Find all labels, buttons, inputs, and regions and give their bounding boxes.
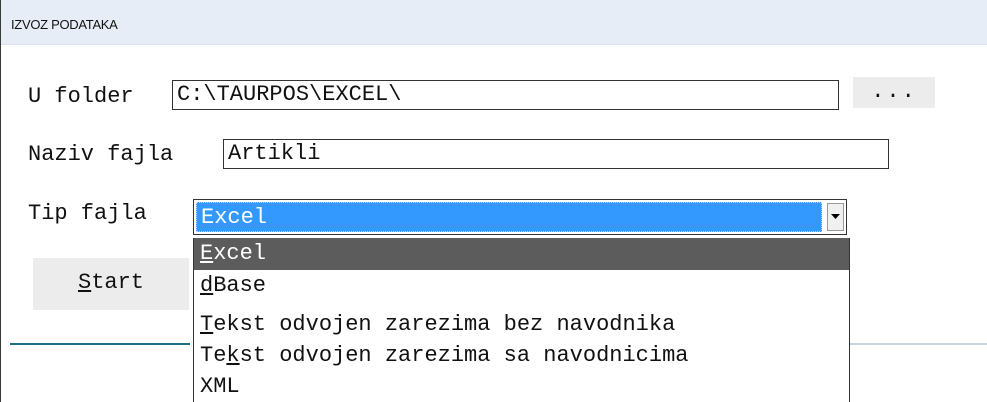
browse-folder-button[interactable]: ...: [853, 77, 935, 108]
folder-path-input[interactable]: C:\TAURPOS\EXCEL\: [172, 80, 839, 110]
folder-label: U folder: [28, 84, 134, 109]
title-bar: IZVOZ PODATAKA: [1, 0, 987, 45]
start-button-label: tart: [91, 270, 144, 295]
filetype-label: Tip fajla: [28, 201, 147, 226]
window-title: IZVOZ PODATAKA: [11, 17, 118, 32]
start-button-accelerator: S: [77, 270, 92, 295]
dropdown-arrow-button[interactable]: [827, 203, 844, 231]
dropdown-option-dbase[interactable]: dBase: [194, 270, 849, 302]
filename-label: Naziv fajla: [28, 142, 174, 167]
start-button[interactable]: Start: [33, 258, 189, 310]
chevron-down-icon: [831, 214, 840, 219]
separator-line: [10, 343, 190, 345]
separator-line-right: [849, 343, 987, 345]
filetype-dropdown-list: Excel dBase Tekst odvojen zarezima bez n…: [193, 238, 850, 402]
dropdown-option-text-no-quotes[interactable]: Tekst odvojen zarezima bez navodnika: [194, 310, 849, 340]
export-dialog: IZVOZ PODATAKA U folder C:\TAURPOS\EXCEL…: [0, 0, 987, 402]
filename-input[interactable]: Artikli: [223, 139, 889, 169]
filetype-select[interactable]: Excel: [193, 199, 847, 235]
dropdown-option-text-with-quotes[interactable]: Tekst odvojen zarezima sa navodnicima: [194, 341, 849, 371]
dropdown-option-xml[interactable]: XML: [194, 372, 849, 402]
dropdown-option-excel[interactable]: Excel: [194, 238, 849, 270]
filetype-selected-value: Excel: [196, 202, 822, 232]
